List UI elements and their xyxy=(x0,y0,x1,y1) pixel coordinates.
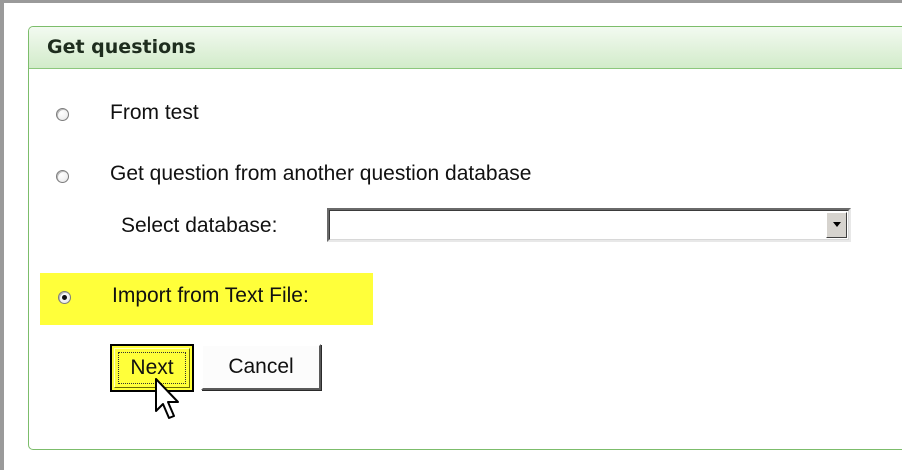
outer-top-border xyxy=(0,0,902,3)
chevron-down-icon xyxy=(833,222,841,227)
radio-import-text-file[interactable] xyxy=(58,291,71,304)
panel-title: Get questions xyxy=(47,36,196,58)
option-label-another-database[interactable]: Get question from another question datab… xyxy=(110,162,531,186)
option-label-import-text-file[interactable]: Import from Text File: xyxy=(112,284,309,308)
screenshot-frame: Get questions From test Get question fro… xyxy=(0,0,902,470)
radio-from-test[interactable] xyxy=(56,108,69,121)
radio-another-database[interactable] xyxy=(56,170,69,183)
select-database-dropdown[interactable] xyxy=(327,208,851,242)
select-database-label: Select database: xyxy=(121,214,278,237)
outer-left-border xyxy=(0,0,4,470)
radio-selected-dot xyxy=(62,295,67,300)
dropdown-button[interactable] xyxy=(826,212,847,238)
cancel-button[interactable]: Cancel xyxy=(201,344,321,390)
panel-header: Get questions xyxy=(29,27,902,69)
mouse-pointer-icon xyxy=(155,378,179,419)
option-label-from-test[interactable]: From test xyxy=(110,101,199,125)
